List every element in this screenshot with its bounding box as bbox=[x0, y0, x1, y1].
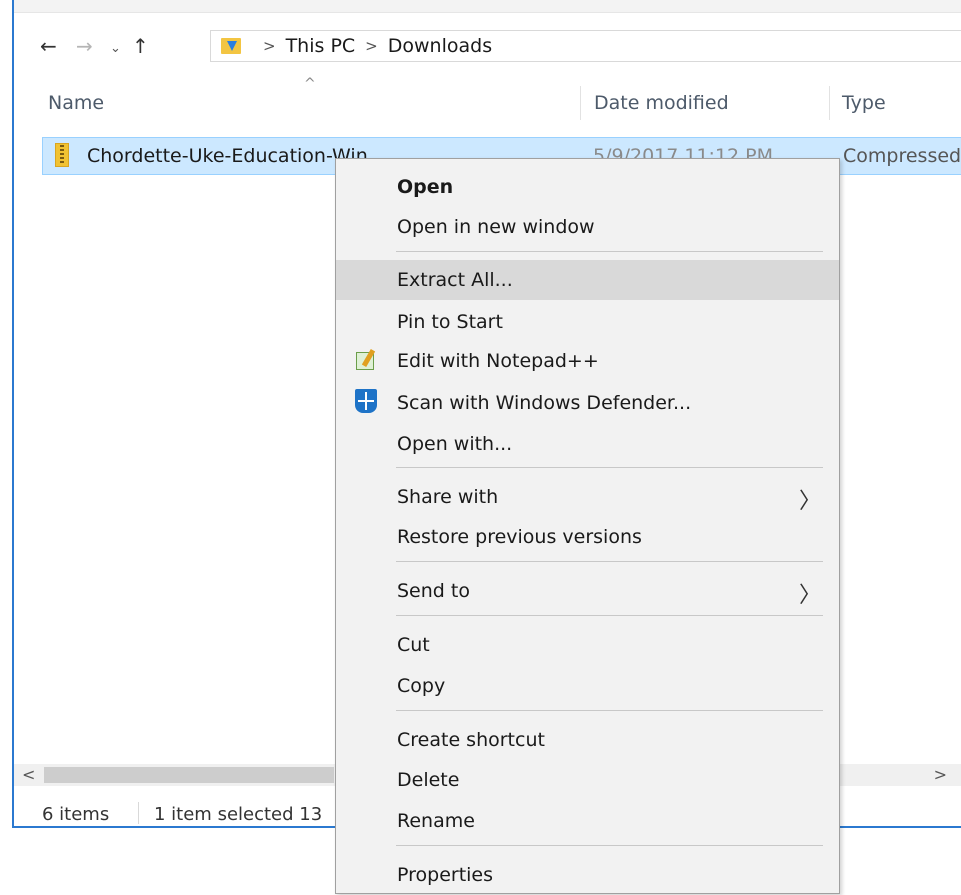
menu-item-pin-to-start[interactable]: Pin to Start bbox=[336, 302, 839, 342]
submenu-chevron-icon: 〉 bbox=[798, 583, 821, 608]
downloads-folder-icon bbox=[221, 36, 243, 56]
scroll-left-arrow-icon[interactable]: < bbox=[22, 765, 35, 784]
menu-item-label: Create shortcut bbox=[397, 729, 545, 751]
column-headers: Name Date modified Type bbox=[14, 86, 961, 120]
menu-item-open[interactable]: Open bbox=[336, 167, 839, 207]
menu-item-label: Scan with Windows Defender... bbox=[397, 392, 692, 414]
menu-item-label: Share with bbox=[397, 486, 499, 508]
file-name: Chordette-Uke-Education-Win bbox=[87, 145, 368, 167]
menu-item-cut[interactable]: Cut bbox=[336, 625, 839, 665]
status-item-count: 6 items bbox=[42, 804, 110, 825]
menu-item-label: Cut bbox=[397, 634, 430, 656]
menu-item-edit-notepad[interactable]: Edit with Notepad++ bbox=[336, 341, 839, 381]
address-bar[interactable]: > This PC > Downloads bbox=[210, 30, 961, 62]
menu-separator bbox=[396, 845, 823, 846]
menu-item-label: Open bbox=[397, 176, 454, 198]
column-header-type[interactable]: Type bbox=[842, 92, 886, 114]
up-arrow-icon[interactable]: ↑ bbox=[132, 34, 149, 58]
menu-item-label: Open with... bbox=[397, 433, 513, 455]
column-divider[interactable] bbox=[580, 86, 581, 120]
notepad-plus-plus-icon bbox=[356, 348, 378, 371]
menu-item-delete[interactable]: Delete bbox=[336, 760, 839, 800]
zip-folder-icon bbox=[55, 143, 69, 167]
menu-item-scan-defender[interactable]: Scan with Windows Defender... bbox=[336, 383, 839, 423]
column-header-name[interactable]: Name bbox=[48, 92, 104, 114]
status-selected-count: 1 item selected 13 bbox=[154, 804, 323, 825]
scrollbar-thumb[interactable] bbox=[44, 767, 334, 783]
breadcrumb-separator-icon: > bbox=[365, 37, 378, 55]
menu-item-label: Pin to Start bbox=[397, 311, 503, 333]
menu-item-label: Rename bbox=[397, 810, 475, 832]
submenu-chevron-icon: 〉 bbox=[798, 489, 821, 514]
forward-arrow-icon[interactable]: → bbox=[76, 34, 93, 58]
windows-defender-shield-icon bbox=[355, 389, 377, 413]
file-type: Compressed bbox=[843, 145, 961, 167]
menu-item-properties[interactable]: Properties bbox=[336, 855, 839, 895]
menu-item-label: Send to bbox=[397, 580, 470, 602]
menu-separator bbox=[396, 615, 823, 616]
menu-item-open-new-window[interactable]: Open in new window bbox=[336, 207, 839, 247]
navigation-bar: ← → ⌄ ↑ > This PC > Downloads bbox=[14, 30, 961, 64]
menu-item-label: Properties bbox=[397, 864, 494, 886]
breadcrumb-downloads[interactable]: Downloads bbox=[388, 35, 492, 57]
menu-item-open-with[interactable]: Open with... bbox=[336, 424, 839, 464]
menu-item-label: Open in new window bbox=[397, 216, 595, 238]
menu-item-share-with[interactable]: Share with 〉 bbox=[336, 477, 839, 517]
menu-item-extract-all[interactable]: Extract All... bbox=[336, 260, 839, 300]
column-header-date-modified[interactable]: Date modified bbox=[594, 92, 729, 114]
menu-item-create-shortcut[interactable]: Create shortcut bbox=[336, 720, 839, 760]
menu-separator bbox=[396, 561, 823, 562]
back-arrow-icon[interactable]: ← bbox=[40, 34, 57, 58]
menu-separator bbox=[396, 467, 823, 468]
menu-separator bbox=[396, 710, 823, 711]
breadcrumb-separator-icon: > bbox=[263, 37, 276, 55]
scroll-right-arrow-icon[interactable]: > bbox=[934, 765, 947, 784]
menu-item-label: Extract All... bbox=[397, 269, 513, 291]
ribbon-edge bbox=[14, 0, 961, 13]
context-menu: Open Open in new window Extract All... P… bbox=[335, 158, 840, 894]
breadcrumb-this-pc[interactable]: This PC bbox=[286, 35, 356, 57]
column-divider[interactable] bbox=[829, 86, 830, 120]
recent-locations-chevron-icon[interactable]: ⌄ bbox=[110, 37, 121, 61]
menu-item-restore-previous-versions[interactable]: Restore previous versions bbox=[336, 517, 839, 557]
menu-item-label: Copy bbox=[397, 675, 446, 697]
menu-item-label: Delete bbox=[397, 769, 460, 791]
menu-item-label: Restore previous versions bbox=[397, 526, 642, 548]
menu-item-send-to[interactable]: Send to 〉 bbox=[336, 571, 839, 611]
menu-item-rename[interactable]: Rename bbox=[336, 801, 839, 841]
menu-separator bbox=[396, 251, 823, 252]
status-divider bbox=[138, 802, 139, 824]
menu-item-label: Edit with Notepad++ bbox=[397, 350, 599, 372]
menu-item-copy[interactable]: Copy bbox=[336, 666, 839, 706]
